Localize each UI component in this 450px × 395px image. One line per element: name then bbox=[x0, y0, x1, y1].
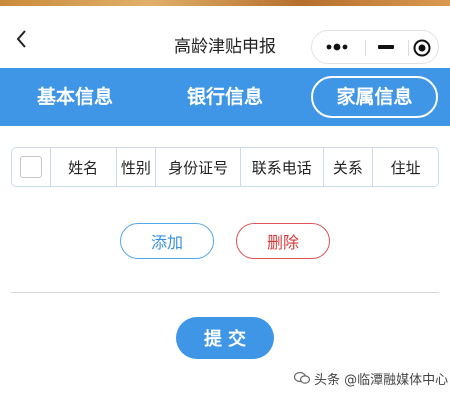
tab-basic-info[interactable]: 基本信息 bbox=[20, 68, 130, 126]
column-header: 住址 bbox=[390, 158, 421, 177]
capsule-divider bbox=[365, 40, 366, 56]
tab-bar: 基本信息 银行信息 家属信息 bbox=[0, 68, 450, 126]
watermark: 头条 @临潭融媒体中心 bbox=[294, 366, 448, 390]
divider bbox=[11, 292, 439, 293]
family-table-header: 姓名 性别 身份证号 联系电话 关系 住址 bbox=[11, 147, 439, 187]
column-header: 身份证号 bbox=[156, 148, 241, 186]
delete-button[interactable]: 删除 bbox=[236, 223, 330, 259]
close-target-icon[interactable] bbox=[413, 39, 431, 57]
column-header: 联系电话 bbox=[241, 148, 324, 186]
tab-bank-info[interactable]: 银行信息 bbox=[170, 68, 280, 126]
minimize-icon[interactable] bbox=[378, 45, 394, 49]
more-dots-icon[interactable] bbox=[325, 39, 349, 55]
submit-button[interactable]: 提交 bbox=[176, 317, 274, 359]
select-all-cell bbox=[12, 148, 51, 186]
capsule-divider bbox=[408, 40, 409, 56]
tab-family-info[interactable]: 家属信息 bbox=[311, 76, 438, 118]
column-header: 姓名 bbox=[51, 148, 117, 186]
watermark-text: 头条 @临潭融媒体中心 bbox=[314, 372, 449, 388]
wechat-icon bbox=[294, 371, 310, 384]
column-header: 性别 bbox=[117, 148, 157, 186]
add-button[interactable]: 添加 bbox=[120, 223, 214, 259]
select-all-checkbox[interactable] bbox=[19, 156, 42, 178]
mini-program-capsule bbox=[311, 30, 439, 64]
navigation-bar: 高龄津贴申报 bbox=[0, 6, 450, 68]
column-header: 关系 bbox=[324, 148, 374, 186]
